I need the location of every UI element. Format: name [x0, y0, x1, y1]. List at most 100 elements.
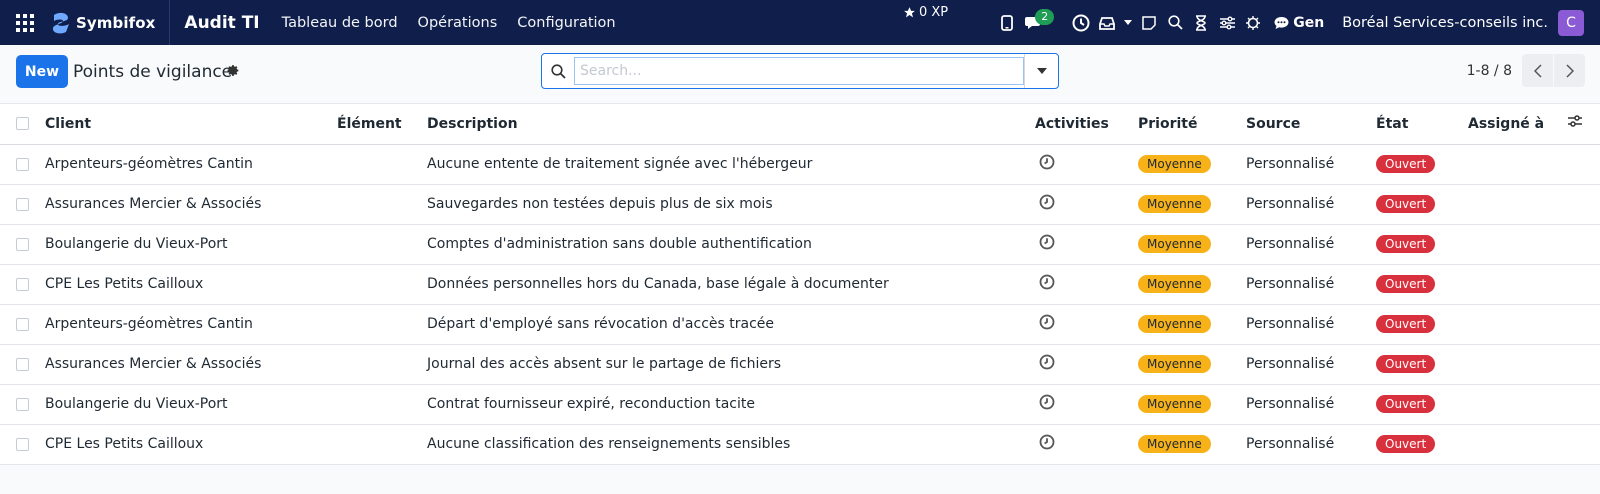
select-all-checkbox[interactable] — [16, 117, 29, 131]
activity-clock-icon[interactable] — [1039, 354, 1055, 374]
cell-priority[interactable]: Moyenne — [1138, 304, 1246, 345]
activity-clock-icon[interactable] — [1069, 0, 1093, 45]
menu-tableau-de-bord[interactable]: Tableau de bord — [282, 15, 398, 31]
column-header-activities[interactable]: Activities — [1035, 104, 1138, 145]
column-header-client[interactable]: Client — [45, 104, 337, 145]
cell-description[interactable]: Contrat fournisseur expiré, reconduction… — [427, 384, 1035, 425]
column-header-priority[interactable]: Priorité — [1138, 104, 1246, 145]
cell-element[interactable] — [337, 144, 427, 185]
cell-source[interactable]: Personnalisé — [1246, 384, 1376, 425]
column-header-state[interactable]: État — [1376, 104, 1468, 145]
cell-client[interactable]: CPE Les Petits Cailloux — [45, 264, 337, 305]
table-row[interactable]: Assurances Mercier & Associés Sauvegarde… — [0, 184, 1600, 225]
inbox-icon[interactable] — [1095, 0, 1119, 45]
cell-priority[interactable]: Moyenne — [1138, 344, 1246, 385]
cell-assignee[interactable] — [1468, 384, 1568, 425]
table-row[interactable]: Boulangerie du Vieux-Port Comptes d'admi… — [0, 224, 1600, 265]
row-checkbox[interactable] — [16, 317, 29, 331]
cell-priority[interactable]: Moyenne — [1138, 144, 1246, 185]
cell-element[interactable] — [337, 304, 427, 345]
activity-clock-icon[interactable] — [1039, 434, 1055, 454]
cell-source[interactable]: Personnalisé — [1246, 264, 1376, 305]
cell-description[interactable]: Comptes d'administration sans double aut… — [427, 224, 1035, 265]
cell-state[interactable]: Ouvert — [1376, 344, 1468, 385]
cell-client[interactable]: Boulangerie du Vieux-Port — [45, 384, 337, 425]
cell-client[interactable]: Arpenteurs-géomètres Cantin — [45, 144, 337, 185]
cell-description[interactable]: Aucune classification des renseignements… — [427, 424, 1035, 465]
table-row[interactable]: CPE Les Petits Cailloux Données personne… — [0, 264, 1600, 305]
cell-client[interactable]: Assurances Mercier & Associés — [45, 344, 337, 385]
cell-element[interactable] — [337, 424, 427, 465]
cell-client[interactable]: Arpenteurs-géomètres Cantin — [45, 304, 337, 345]
cell-state[interactable]: Ouvert — [1376, 224, 1468, 265]
cell-priority[interactable]: Moyenne — [1138, 264, 1246, 305]
caret-down-icon[interactable] — [1121, 0, 1135, 45]
search-icon[interactable] — [1163, 0, 1187, 45]
cell-state[interactable]: Ouvert — [1376, 384, 1468, 425]
cell-description[interactable]: Données personnelles hors du Canada, bas… — [427, 264, 1035, 305]
cell-assignee[interactable] — [1468, 304, 1568, 345]
cell-assignee[interactable] — [1468, 424, 1568, 465]
cell-assignee[interactable] — [1468, 264, 1568, 305]
cell-activities[interactable] — [1035, 424, 1138, 465]
hourglass-icon[interactable] — [1189, 0, 1213, 45]
app-title[interactable]: Audit TI — [184, 13, 259, 33]
cell-activities[interactable] — [1035, 184, 1138, 225]
pager-next-button[interactable] — [1554, 54, 1585, 87]
note-icon[interactable] — [1137, 0, 1161, 45]
table-row[interactable]: Arpenteurs-géomètres Cantin Départ d'emp… — [0, 304, 1600, 345]
menu-configuration[interactable]: Configuration — [517, 15, 615, 31]
activity-clock-icon[interactable] — [1039, 274, 1055, 294]
column-header-assignee[interactable]: Assigné à — [1468, 104, 1568, 145]
activity-clock-icon[interactable] — [1039, 194, 1055, 214]
activity-clock-icon[interactable] — [1039, 234, 1055, 254]
column-header-description[interactable]: Description — [427, 104, 1035, 145]
column-header-source[interactable]: Source — [1246, 104, 1376, 145]
row-checkbox[interactable] — [16, 237, 29, 251]
table-row[interactable]: Arpenteurs-géomètres Cantin Aucune enten… — [0, 144, 1600, 185]
cell-priority[interactable]: Moyenne — [1138, 424, 1246, 465]
cell-client[interactable]: Assurances Mercier & Associés — [45, 184, 337, 225]
optional-columns-toggle[interactable] — [1568, 104, 1600, 145]
cell-description[interactable]: Aucune entente de traitement signée avec… — [427, 144, 1035, 185]
cell-activities[interactable] — [1035, 144, 1138, 185]
cell-priority[interactable]: Moyenne — [1138, 184, 1246, 225]
xp-indicator[interactable]: 0 XP — [903, 5, 948, 20]
row-checkbox[interactable] — [16, 197, 29, 211]
cell-assignee[interactable] — [1468, 224, 1568, 265]
cell-assignee[interactable] — [1468, 184, 1568, 225]
row-checkbox[interactable] — [16, 437, 29, 451]
cell-client[interactable]: CPE Les Petits Cailloux — [45, 424, 337, 465]
new-button[interactable]: New — [16, 55, 68, 88]
cell-element[interactable] — [337, 184, 427, 225]
cell-activities[interactable] — [1035, 304, 1138, 345]
cell-source[interactable]: Personnalisé — [1246, 344, 1376, 385]
cell-state[interactable]: Ouvert — [1376, 144, 1468, 185]
cell-activities[interactable] — [1035, 224, 1138, 265]
row-checkbox[interactable] — [16, 157, 29, 171]
cell-element[interactable] — [337, 344, 427, 385]
cell-activities[interactable] — [1035, 344, 1138, 385]
cell-element[interactable] — [337, 384, 427, 425]
apps-menu-icon[interactable] — [0, 0, 50, 45]
cell-description[interactable]: Journal des accès absent sur le partage … — [427, 344, 1035, 385]
table-row[interactable]: Assurances Mercier & Associés Journal de… — [0, 344, 1600, 385]
row-checkbox[interactable] — [16, 397, 29, 411]
cell-source[interactable]: Personnalisé — [1246, 304, 1376, 345]
cell-client[interactable]: Boulangerie du Vieux-Port — [45, 224, 337, 265]
cell-activities[interactable] — [1035, 384, 1138, 425]
pager-value[interactable]: 1-8 / 8 — [1467, 63, 1512, 79]
chat-icon[interactable]: 2 — [1021, 0, 1067, 45]
activity-clock-icon[interactable] — [1039, 314, 1055, 334]
cell-description[interactable]: Départ d'employé sans révocation d'accès… — [427, 304, 1035, 345]
cell-source[interactable]: Personnalisé — [1246, 184, 1376, 225]
menu-operations[interactable]: Opérations — [418, 15, 498, 31]
cell-state[interactable]: Ouvert — [1376, 184, 1468, 225]
cell-priority[interactable]: Moyenne — [1138, 224, 1246, 265]
cell-state[interactable]: Ouvert — [1376, 304, 1468, 345]
cell-source[interactable]: Personnalisé — [1246, 144, 1376, 185]
cell-source[interactable]: Personnalisé — [1246, 424, 1376, 465]
cell-priority[interactable]: Moyenne — [1138, 384, 1246, 425]
row-checkbox[interactable] — [16, 277, 29, 291]
cell-element[interactable] — [337, 224, 427, 265]
